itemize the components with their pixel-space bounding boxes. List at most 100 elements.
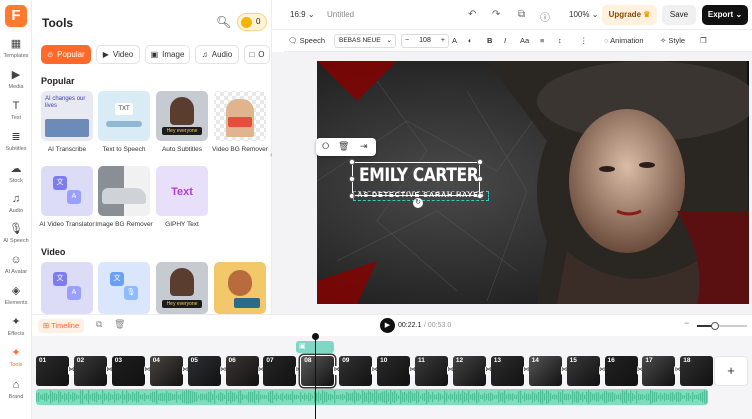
waveform-bar <box>598 392 600 402</box>
rail-item-elements[interactable]: ◈ Elements <box>0 284 32 312</box>
document-title[interactable]: Untitled <box>327 10 354 19</box>
plus-icon[interactable]: + <box>441 35 445 47</box>
tool-voice-translator[interactable]: 文 🎙︎ <box>98 262 150 314</box>
tab-other[interactable]: □ O <box>244 45 270 64</box>
timeline-clip[interactable]: 01 <box>36 356 69 386</box>
tab-popular[interactable]: 🔥︎ Popular <box>41 45 91 64</box>
tab-audio[interactable]: ♫ Audio <box>195 45 239 64</box>
font-size-stepper[interactable]: −108 + <box>401 34 449 48</box>
case-icon[interactable]: Aa <box>520 36 529 45</box>
timeline-clip[interactable]: 07 <box>263 356 297 386</box>
timeline-clip[interactable]: 09 <box>339 356 373 386</box>
timeline-clip[interactable]: 17 <box>642 356 676 386</box>
app-logo[interactable]: F <box>5 5 27 27</box>
timeline-clip[interactable]: 08 <box>300 355 336 387</box>
split-icon[interactable]: ⇥ <box>360 141 368 152</box>
waveform-bar <box>140 394 142 400</box>
rail-item-subtitles[interactable]: ≣ Subtitles <box>0 130 32 158</box>
timeline-clip[interactable]: 04 <box>149 356 183 386</box>
text-color-icon[interactable]: A <box>452 36 457 45</box>
rail-item-media[interactable]: ▶ Media <box>0 68 32 96</box>
redo-icon[interactable]: ↷ <box>492 9 500 20</box>
zoom-select[interactable]: 100% ⌄ <box>569 10 598 19</box>
ai-magic-icon[interactable]: ❐ <box>700 36 707 45</box>
save-button[interactable]: Save <box>662 5 696 25</box>
title-text-layer[interactable]: EMILY CARTER <box>359 164 479 186</box>
timeline-zoom-slider[interactable] <box>697 322 747 330</box>
tab-image[interactable]: ▣ Image <box>145 45 190 64</box>
font-family-select[interactable]: BEBAS NEUE ⌄ <box>334 34 396 48</box>
layers-icon[interactable]: ⭘ <box>322 141 329 152</box>
translate-icon: 文 <box>110 272 124 286</box>
rail-item-templates[interactable]: ▦ Templates <box>0 37 32 65</box>
minus-icon[interactable]: − <box>405 35 409 47</box>
resize-handle-top-left[interactable] <box>349 159 355 165</box>
undo-icon[interactable]: ↶ <box>468 9 476 20</box>
waveform-bar <box>514 395 516 399</box>
rail-item-audio[interactable]: ♫ Audio <box>0 192 32 220</box>
waveform-bar <box>280 393 282 401</box>
timeline-header: ⊞ Timeline ⧉ 🗑︎ ▶ 00:22.1 / 00:53.0 − ⬜ <box>32 314 752 336</box>
tool-video-bg-remover[interactable] <box>214 91 266 141</box>
rail-item-brand[interactable]: ⌂ Brand <box>0 378 32 406</box>
tool-subtitles-2[interactable]: Hey everyone <box>156 262 208 314</box>
screenshot-icon[interactable]: ⧉ <box>518 9 525 20</box>
rail-item-ai-avatar[interactable]: ☺︎ AI Avatar <box>0 253 32 281</box>
timeline-clip[interactable]: 13 <box>490 356 524 386</box>
animation-button[interactable]: ◌ Animation <box>604 36 644 45</box>
timeline-clip[interactable]: 12 <box>452 356 486 386</box>
playhead-handle[interactable] <box>312 333 319 340</box>
tab-video[interactable]: ▶ Video <box>96 45 140 64</box>
rail-item-tools[interactable]: ✦ Tools <box>0 346 32 374</box>
timeline-clip[interactable]: 14 <box>528 356 562 386</box>
rail-item-stock[interactable]: ☁︎ Stock <box>0 162 32 190</box>
timeline-clip[interactable]: 02 <box>73 356 107 386</box>
rail-item-text[interactable]: T Text <box>0 99 32 127</box>
spacing-icon[interactable]: ↕ <box>558 36 562 45</box>
timeline-clip[interactable]: 15 <box>566 356 600 386</box>
zoom-slider-knob[interactable] <box>710 322 719 330</box>
rail-item-ai-speech[interactable]: 🎙︎ AI Speech <box>0 222 32 250</box>
style-button[interactable]: ✧ Style <box>660 36 685 45</box>
audio-track[interactable] <box>36 389 708 405</box>
tool-video-translator-2[interactable]: 文 A <box>41 262 93 314</box>
highlight-icon[interactable]: ◐ <box>468 36 473 45</box>
timeline-clip[interactable]: 10 <box>377 356 411 386</box>
rotate-icon[interactable]: ↻ <box>413 198 423 208</box>
more-icon[interactable]: ⋮ <box>580 36 588 45</box>
duplicate-icon[interactable]: ⧉ <box>96 319 102 330</box>
export-button[interactable]: Export ⌄ <box>702 5 748 25</box>
timeline-toggle[interactable]: ⊞ Timeline <box>38 319 84 333</box>
tool-image-bg-remover[interactable] <box>98 166 150 216</box>
help-icon[interactable]: ⓘ <box>540 9 550 24</box>
tool-ai-video-translator[interactable]: 文 A <box>41 166 93 216</box>
zoom-out-icon[interactable]: − <box>684 318 689 328</box>
timeline-clip[interactable]: 06 <box>225 356 259 386</box>
search-icon[interactable]: 🔍︎ <box>216 15 231 29</box>
aspect-ratio-select[interactable]: 16:9 ⌄ <box>290 10 315 19</box>
tool-auto-subtitles[interactable]: Hey everyone <box>156 91 208 141</box>
tool-giphy-text[interactable]: Text <box>156 166 208 216</box>
timeline-clip[interactable]: 16 <box>604 356 638 386</box>
rail-item-effects[interactable]: ✦ Effects <box>0 315 32 343</box>
speech-button[interactable]: 🗨︎ Speech <box>288 36 325 45</box>
tool-ai-avatar[interactable] <box>214 262 266 314</box>
play-button[interactable]: ▶ <box>380 318 395 333</box>
align-icon[interactable]: ≡ <box>540 36 544 45</box>
timeline-clip[interactable]: 03 <box>111 356 145 386</box>
coin-balance[interactable]: 0 <box>237 13 267 31</box>
timeline-clip[interactable]: 05 <box>187 356 221 386</box>
upgrade-button[interactable]: Upgrade ♛ <box>602 5 657 25</box>
waveform-bar <box>502 392 504 402</box>
trash-icon[interactable]: 🗑︎ <box>114 319 125 330</box>
waveform-bar <box>332 395 334 399</box>
delete-icon[interactable]: 🗑︎ <box>338 141 349 152</box>
resize-handle-left[interactable] <box>349 176 355 182</box>
timeline-clip[interactable]: 11 <box>415 356 448 386</box>
add-clip-button[interactable]: + <box>714 356 748 386</box>
tool-ai-transcribe[interactable]: AI changes our lives <box>41 91 93 141</box>
bold-icon[interactable]: B <box>487 36 492 45</box>
tool-text-to-speech[interactable]: TXT <box>98 91 150 141</box>
timeline-clip[interactable]: 18 <box>680 356 714 386</box>
italic-icon[interactable]: I <box>504 36 506 45</box>
